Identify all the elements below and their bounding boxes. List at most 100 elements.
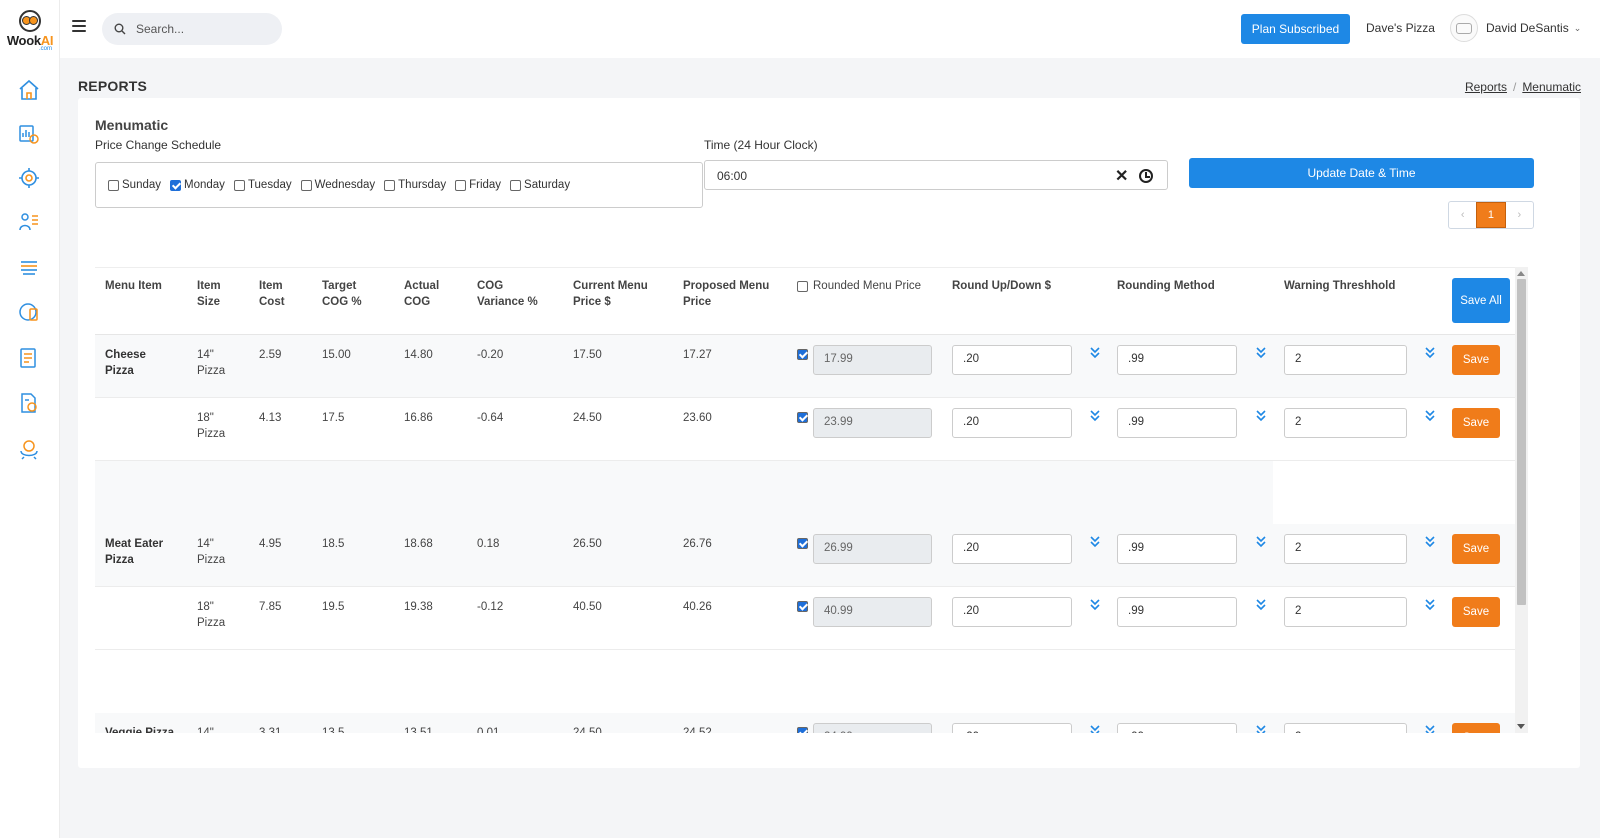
- day-checkbox[interactable]: [233, 179, 245, 191]
- save-button[interactable]: Save: [1452, 723, 1500, 733]
- search-box[interactable]: [102, 13, 282, 45]
- cell-actual: 16.86: [404, 412, 433, 424]
- day-option-friday[interactable]: Friday: [455, 179, 501, 191]
- warning-threshold-input[interactable]: 2: [1284, 408, 1407, 438]
- rounding-method-input[interactable]: .99: [1117, 345, 1237, 375]
- day-option-sunday[interactable]: Sunday: [108, 179, 161, 191]
- round-updown-chevron-icon[interactable]: [1090, 725, 1100, 733]
- rounded-checkbox[interactable]: [797, 538, 808, 549]
- rounded-checkbox[interactable]: [797, 349, 808, 360]
- home-icon[interactable]: [15, 76, 43, 104]
- rounding-method-input[interactable]: .99: [1117, 408, 1237, 438]
- round-updown-chevron-icon[interactable]: [1090, 599, 1100, 611]
- cell-cost: 2.59: [259, 349, 282, 361]
- report-chart-icon[interactable]: [15, 389, 43, 417]
- user-menu[interactable]: David DeSantis ⌄: [1450, 14, 1581, 42]
- round-updown-input[interactable]: .20: [952, 408, 1072, 438]
- rounding-method-input[interactable]: .99: [1117, 534, 1237, 564]
- warning-threshold-chevron-icon[interactable]: [1425, 410, 1435, 422]
- save-button[interactable]: Save: [1452, 534, 1500, 564]
- breadcrumb-reports[interactable]: Reports: [1465, 80, 1507, 94]
- time-input[interactable]: 06:00 ✕: [704, 160, 1168, 190]
- save-button[interactable]: Save: [1452, 408, 1500, 438]
- day-option-monday[interactable]: Monday: [170, 179, 225, 191]
- warning-threshold-chevron-icon[interactable]: [1425, 347, 1435, 359]
- chef-gear-icon[interactable]: [15, 435, 43, 463]
- rounded-price-field: 40.99: [813, 597, 932, 627]
- round-updown-chevron-icon[interactable]: [1090, 410, 1100, 422]
- save-button[interactable]: Save: [1452, 345, 1500, 375]
- breadcrumb-menumatic[interactable]: Menumatic: [1522, 80, 1581, 94]
- gear-icon[interactable]: [15, 164, 43, 192]
- clock-icon[interactable]: [1139, 169, 1153, 183]
- th-item-cost: Item Cost: [259, 280, 285, 308]
- avatar: [1450, 14, 1478, 42]
- rounded-all-checkbox[interactable]: [797, 281, 808, 292]
- day-checkbox[interactable]: [300, 179, 312, 191]
- update-date-time-button[interactable]: Update Date & Time: [1189, 158, 1534, 188]
- table-scrollbar[interactable]: [1515, 267, 1528, 733]
- document-list-icon[interactable]: [15, 344, 43, 372]
- logo[interactable]: WookAI .com: [4, 8, 56, 56]
- round-updown-input[interactable]: .20: [952, 597, 1072, 627]
- user-list-icon[interactable]: [15, 208, 43, 236]
- rounded-checkbox[interactable]: [797, 727, 808, 733]
- warning-threshold-chevron-icon[interactable]: [1425, 599, 1435, 611]
- cell-proposed: 23.60: [683, 412, 712, 424]
- day-option-wednesday[interactable]: Wednesday: [300, 179, 375, 191]
- warning-threshold-input[interactable]: 2: [1284, 534, 1407, 564]
- day-checkbox[interactable]: [455, 179, 467, 191]
- day-checkbox[interactable]: [510, 179, 522, 191]
- plan-subscribed-button[interactable]: Plan Subscribed: [1241, 14, 1350, 44]
- round-updown-input[interactable]: .20: [952, 723, 1072, 733]
- menu-price-table[interactable]: Menu Item Item Size Item Cost Target COG…: [95, 267, 1528, 733]
- day-option-thursday[interactable]: Thursday: [384, 179, 446, 191]
- scroll-up-icon[interactable]: [1517, 271, 1525, 276]
- rounding-method-chevron-icon[interactable]: [1256, 410, 1266, 422]
- inventory-icon[interactable]: [15, 298, 43, 326]
- th-rounded-price: Rounded Menu Price: [813, 280, 922, 292]
- day-checkbox[interactable]: [108, 179, 119, 191]
- menu-toggle-icon[interactable]: [72, 20, 86, 34]
- scrollbar-thumb[interactable]: [1517, 279, 1526, 605]
- day-checkbox[interactable]: [384, 179, 396, 191]
- reports-settings-icon[interactable]: [15, 120, 43, 148]
- rounding-method-chevron-icon[interactable]: [1256, 599, 1266, 611]
- rounding-method-input[interactable]: .99: [1117, 723, 1237, 733]
- warning-threshold-input[interactable]: 2: [1284, 597, 1407, 627]
- rounded-checkbox[interactable]: [797, 412, 808, 423]
- cell-size: 18" Pizza: [197, 601, 226, 629]
- save-button[interactable]: Save: [1452, 597, 1500, 627]
- rounding-method-chevron-icon[interactable]: [1256, 536, 1266, 548]
- round-updown-chevron-icon[interactable]: [1090, 347, 1100, 359]
- pagination-next[interactable]: ›: [1506, 202, 1533, 228]
- round-updown-input[interactable]: .20: [952, 534, 1072, 564]
- warning-threshold-chevron-icon[interactable]: [1425, 536, 1435, 548]
- menumatic-card: Menumatic Price Change Schedule Sunday Mo…: [78, 98, 1580, 768]
- table-row: Meat Eater Pizza 14" Pizza 4.95 18.5 18.68 0.…: [95, 524, 1518, 587]
- day-option-saturday[interactable]: Saturday: [510, 179, 570, 191]
- pagination-page-1[interactable]: 1: [1476, 202, 1506, 228]
- day-option-tuesday[interactable]: Tuesday: [233, 179, 292, 191]
- warning-threshold-input[interactable]: 2: [1284, 723, 1407, 733]
- day-checkbox[interactable]: [170, 179, 182, 191]
- restaurant-name[interactable]: Dave's Pizza: [1366, 21, 1435, 35]
- search-input[interactable]: [136, 22, 266, 36]
- save-all-button[interactable]: Save All: [1452, 278, 1510, 323]
- clear-icon[interactable]: ✕: [1115, 166, 1128, 186]
- warning-threshold-input[interactable]: 2: [1284, 345, 1407, 375]
- th-round-updown: Round Up/Down $: [952, 280, 1052, 292]
- round-updown-chevron-icon[interactable]: [1090, 536, 1100, 548]
- cell-target: 18.5: [322, 538, 345, 550]
- rounding-method-input[interactable]: .99: [1117, 597, 1237, 627]
- rounded-checkbox[interactable]: [797, 601, 808, 612]
- rounding-method-chevron-icon[interactable]: [1256, 347, 1266, 359]
- food-stack-icon[interactable]: [15, 252, 43, 280]
- warning-threshold-chevron-icon[interactable]: [1425, 725, 1435, 733]
- rounding-method-chevron-icon[interactable]: [1256, 725, 1266, 733]
- th-target-cog: Target COG %: [322, 280, 362, 308]
- cell-name: Cheese Pizza: [105, 349, 146, 377]
- round-updown-input[interactable]: .20: [952, 345, 1072, 375]
- scroll-down-icon[interactable]: [1517, 724, 1525, 729]
- pagination-prev[interactable]: ‹: [1449, 202, 1476, 228]
